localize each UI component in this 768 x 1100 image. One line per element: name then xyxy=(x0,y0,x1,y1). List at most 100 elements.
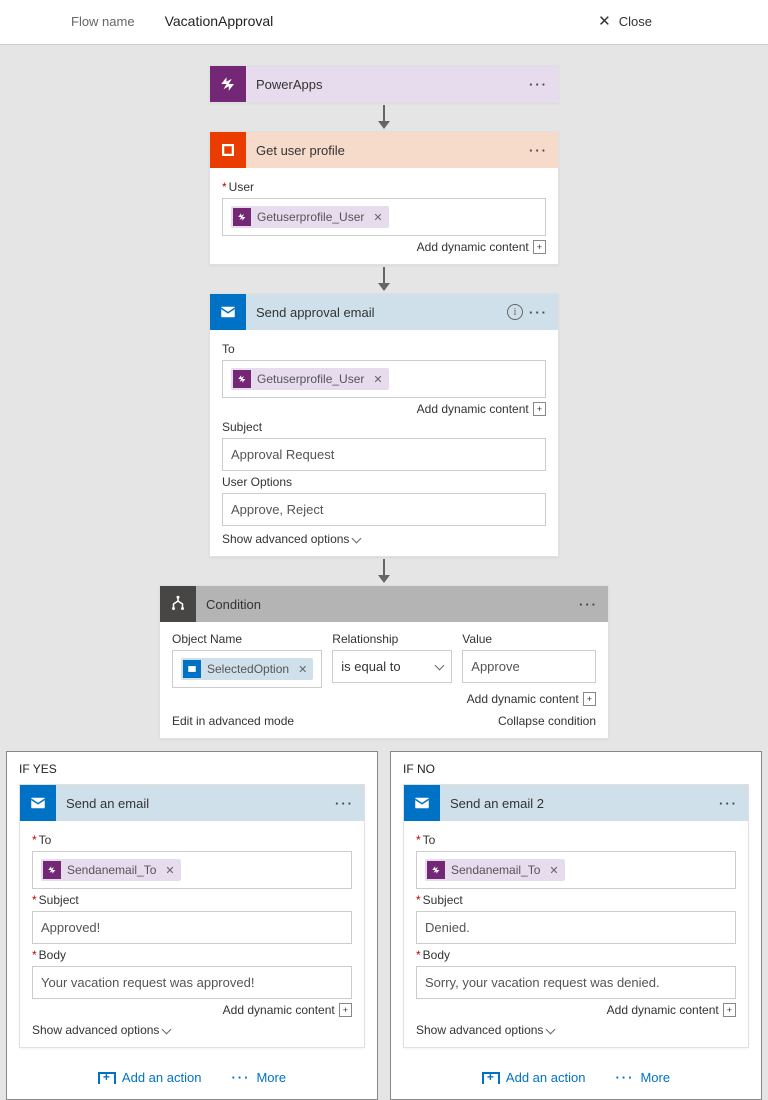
to-label: To xyxy=(416,833,736,847)
step-title: Send an email xyxy=(56,796,335,811)
connector-arrow xyxy=(378,267,390,291)
dynamic-token[interactable]: Getuserprofile_User ✕ xyxy=(231,206,389,228)
add-action-icon xyxy=(482,1072,500,1084)
step-get-user-profile[interactable]: Get user profile ··· User Getuserprofile… xyxy=(209,131,559,265)
token-remove-icon[interactable]: ✕ xyxy=(373,211,382,224)
add-action-button[interactable]: Add an action xyxy=(98,1070,202,1085)
to-input[interactable]: Sendanemail_To ✕ xyxy=(416,851,736,889)
outlook-icon xyxy=(404,785,440,821)
more-icon[interactable]: ··· xyxy=(719,796,738,811)
condition-branches: IF YES Send an email ··· To Sendanemail_… xyxy=(6,751,762,1100)
step-title: Send approval email xyxy=(246,305,507,320)
add-dynamic-content-link[interactable]: Add dynamic content+ xyxy=(416,1003,736,1017)
dynamic-token[interactable]: Sendanemail_To ✕ xyxy=(425,859,565,881)
options-label: User Options xyxy=(222,475,546,489)
powerapps-icon xyxy=(43,861,61,879)
edit-advanced-mode-link[interactable]: Edit in advanced mode xyxy=(172,714,294,728)
subject-label: Subject xyxy=(32,893,352,907)
token-remove-icon[interactable]: ✕ xyxy=(298,663,307,676)
options-input[interactable]: Approve, Reject xyxy=(222,493,546,526)
step-powerapps[interactable]: PowerApps ··· xyxy=(209,65,559,103)
subject-input[interactable]: Approval Request xyxy=(222,438,546,471)
more-button[interactable]: ···More xyxy=(231,1070,286,1085)
outlook-icon xyxy=(210,294,246,330)
token-remove-icon[interactable]: ✕ xyxy=(549,864,558,877)
value-input[interactable]: Approve xyxy=(462,650,596,683)
more-icon[interactable]: ··· xyxy=(529,77,548,92)
body-label: Body xyxy=(32,948,352,962)
add-dynamic-content-link[interactable]: Add dynamic content+ xyxy=(172,692,596,706)
subject-input[interactable]: Approved! xyxy=(32,911,352,944)
add-dynamic-content-link[interactable]: Add dynamic content+ xyxy=(222,402,546,416)
office-icon xyxy=(210,132,246,168)
connector-arrow xyxy=(378,559,390,583)
dynamic-token[interactable]: Sendanemail_To ✕ xyxy=(41,859,181,881)
dynamic-token[interactable]: SelectedOption ✕ xyxy=(181,658,313,680)
step-send-email-yes[interactable]: Send an email ··· To Sendanemail_To ✕ Su… xyxy=(19,784,365,1048)
close-icon: ✕ xyxy=(598,12,611,30)
show-advanced-link[interactable]: Show advanced options xyxy=(32,1023,352,1037)
chevron-down-icon xyxy=(352,533,362,543)
token-label: Sendanemail_To xyxy=(67,863,156,877)
object-name-label: Object Name xyxy=(172,632,322,646)
powerapps-icon xyxy=(233,370,251,388)
show-advanced-link[interactable]: Show advanced options xyxy=(222,532,546,546)
add-action-button[interactable]: Add an action xyxy=(482,1070,586,1085)
token-remove-icon[interactable]: ✕ xyxy=(373,373,382,386)
close-label: Close xyxy=(619,14,652,29)
relationship-select[interactable]: is equal to xyxy=(332,650,452,683)
body-input[interactable]: Sorry, your vacation request was denied. xyxy=(416,966,736,999)
branch-title: IF YES xyxy=(19,762,365,776)
canvas: PowerApps ··· Get user profile ··· User … xyxy=(0,45,768,1100)
branch-if-yes: IF YES Send an email ··· To Sendanemail_… xyxy=(6,751,378,1100)
powerapps-icon xyxy=(427,861,445,879)
more-icon[interactable]: ··· xyxy=(579,597,598,612)
collapse-condition-link[interactable]: Collapse condition xyxy=(498,714,596,728)
subject-input[interactable]: Denied. xyxy=(416,911,736,944)
step-title: Condition xyxy=(196,597,579,612)
powerapps-icon xyxy=(210,66,246,102)
step-title: Send an email 2 xyxy=(440,796,719,811)
subject-label: Subject xyxy=(222,420,546,434)
object-name-input[interactable]: SelectedOption ✕ xyxy=(172,650,322,688)
value-label: Value xyxy=(462,632,596,646)
step-title: PowerApps xyxy=(246,77,529,92)
user-input[interactable]: Getuserprofile_User ✕ xyxy=(222,198,546,236)
more-icon[interactable]: ··· xyxy=(335,796,354,811)
close-button[interactable]: ✕ Close xyxy=(598,12,652,30)
body-input[interactable]: Your vacation request was approved! xyxy=(32,966,352,999)
step-send-approval-email[interactable]: Send approval email i ··· To Getuserprof… xyxy=(209,293,559,557)
step-send-email-no[interactable]: Send an email 2 ··· To Sendanemail_To ✕ … xyxy=(403,784,749,1048)
relationship-label: Relationship xyxy=(332,632,452,646)
show-advanced-link[interactable]: Show advanced options xyxy=(416,1023,736,1037)
token-label: Getuserprofile_User xyxy=(257,210,364,224)
more-button[interactable]: ···More xyxy=(615,1070,670,1085)
token-label: Sendanemail_To xyxy=(451,863,540,877)
step-condition[interactable]: Condition ··· Object Name SelectedOption… xyxy=(159,585,609,739)
add-dynamic-content-link[interactable]: Add dynamic content+ xyxy=(222,240,546,254)
to-input[interactable]: Sendanemail_To ✕ xyxy=(32,851,352,889)
powerapps-icon xyxy=(233,208,251,226)
to-input[interactable]: Getuserprofile_User ✕ xyxy=(222,360,546,398)
add-dynamic-content-link[interactable]: Add dynamic content+ xyxy=(32,1003,352,1017)
condition-icon xyxy=(160,586,196,622)
to-label: To xyxy=(222,342,546,356)
to-label: To xyxy=(32,833,352,847)
subject-label: Subject xyxy=(416,893,736,907)
info-icon[interactable]: i xyxy=(507,304,523,320)
branch-title: IF NO xyxy=(403,762,749,776)
token-remove-icon[interactable]: ✕ xyxy=(165,864,174,877)
token-label: Getuserprofile_User xyxy=(257,372,364,386)
more-icon: ··· xyxy=(615,1070,634,1085)
app-header: Flow name VacationApproval ✕ Close xyxy=(0,0,768,45)
more-icon[interactable]: ··· xyxy=(529,305,548,320)
user-label: User xyxy=(222,180,546,194)
relationship-value: is equal to xyxy=(341,659,400,674)
chevron-down-icon xyxy=(546,1024,556,1034)
dynamic-token[interactable]: Getuserprofile_User ✕ xyxy=(231,368,389,390)
step-title: Get user profile xyxy=(246,143,529,158)
token-label: SelectedOption xyxy=(207,662,289,676)
outlook-icon xyxy=(183,660,201,678)
more-icon[interactable]: ··· xyxy=(529,143,548,158)
flow-name[interactable]: VacationApproval xyxy=(165,13,274,29)
